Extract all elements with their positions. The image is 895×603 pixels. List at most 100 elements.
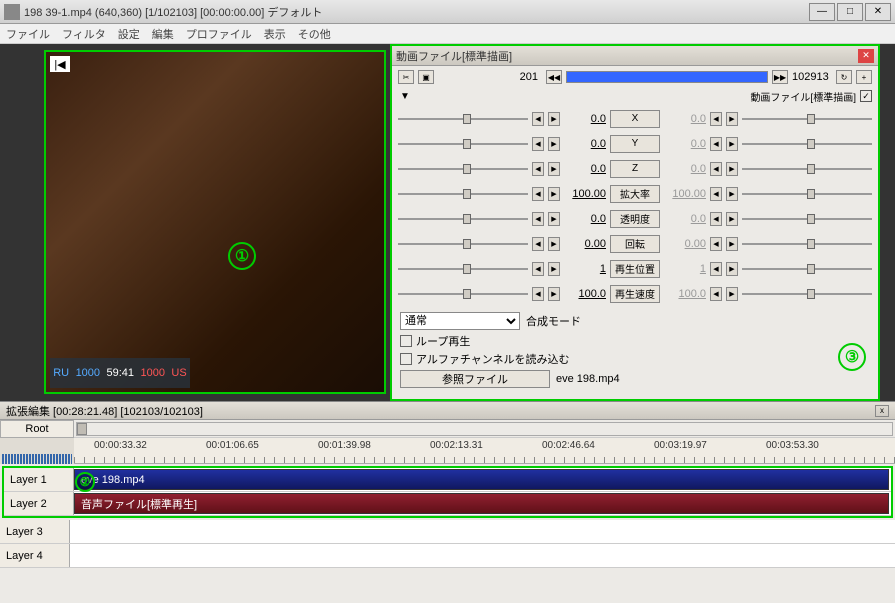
param-slider-right[interactable] (742, 262, 872, 276)
step-left-icon[interactable]: ◀ (710, 212, 722, 226)
maximize-button[interactable]: □ (837, 3, 863, 21)
timeline-clip[interactable]: 音声ファイル[標準再生] (74, 493, 889, 514)
step-right-icon[interactable]: ▶ (726, 112, 738, 126)
param-value-right[interactable]: 0.00 (664, 238, 706, 250)
param-slider-left[interactable] (398, 287, 528, 301)
panel-titlebar[interactable]: 動画ファイル[標準描画] ✕ (392, 46, 878, 66)
step-right-icon[interactable]: ▶ (726, 287, 738, 301)
layer-name[interactable]: Layer 3 (0, 520, 70, 543)
add-icon[interactable]: + (856, 70, 872, 84)
timeline-hscroll[interactable] (76, 422, 893, 436)
reference-file-button[interactable]: 参照ファイル (400, 370, 550, 388)
step-right-icon[interactable]: ▶ (548, 287, 560, 301)
step-right-icon[interactable]: ▶ (726, 212, 738, 226)
param-value-left[interactable]: 100.0 (564, 288, 606, 300)
layer-name[interactable]: Layer 1 (4, 468, 74, 491)
step-left-icon[interactable]: ◀ (532, 162, 544, 176)
blend-mode-select[interactable]: 通常 (400, 312, 520, 330)
timeline-close-button[interactable]: x (875, 405, 889, 417)
menu-other[interactable]: その他 (298, 26, 331, 42)
layer-track[interactable]: eve 198.mp4② (74, 468, 891, 491)
layer-track[interactable] (70, 544, 895, 567)
param-name-button[interactable]: 回転 (610, 235, 660, 253)
step-left-icon[interactable]: ◀ (710, 162, 722, 176)
step-right-icon[interactable]: ▶ (548, 162, 560, 176)
param-name-button[interactable]: 透明度 (610, 210, 660, 228)
param-value-left[interactable]: 0.0 (564, 138, 606, 150)
param-value-left[interactable]: 0.0 (564, 213, 606, 225)
param-name-button[interactable]: Z (610, 160, 660, 178)
menu-settings[interactable]: 設定 (118, 26, 140, 42)
step-left-icon[interactable]: ◀ (532, 137, 544, 151)
menu-view[interactable]: 表示 (264, 26, 286, 42)
preview-window[interactable]: |◀ ① RU 1000 59:41 1000 US (44, 50, 386, 394)
step-right-icon[interactable]: ▶ (548, 137, 560, 151)
step-right-icon[interactable]: ▶ (726, 187, 738, 201)
step-right-icon[interactable]: ▶ (548, 212, 560, 226)
param-slider-left[interactable] (398, 262, 528, 276)
timeline-ruler[interactable]: 00:00:33.3200:01:06.6500:01:39.9800:02:1… (0, 438, 895, 464)
param-slider-left[interactable] (398, 137, 528, 151)
param-slider-right[interactable] (742, 187, 872, 201)
param-value-left[interactable]: 1 (564, 263, 606, 275)
goto-start-button[interactable]: |◀ (50, 56, 70, 72)
param-name-button[interactable]: 再生位置 (610, 260, 660, 278)
seek-next-button[interactable]: ▶▶ (772, 70, 788, 84)
panel-enable-checkbox[interactable]: ✓ (860, 90, 872, 102)
menu-profile[interactable]: プロファイル (186, 26, 252, 42)
loop-icon[interactable]: ↻ (836, 70, 852, 84)
param-slider-right[interactable] (742, 137, 872, 151)
collapse-icon[interactable]: ▼ (400, 91, 410, 102)
step-left-icon[interactable]: ◀ (532, 237, 544, 251)
loop-playback-checkbox[interactable] (400, 335, 412, 347)
menu-filter[interactable]: フィルタ (62, 26, 106, 42)
layer-track[interactable] (70, 520, 895, 543)
step-left-icon[interactable]: ◀ (532, 187, 544, 201)
ruler-ticks[interactable]: 00:00:33.3200:01:06.6500:01:39.9800:02:1… (74, 438, 895, 463)
param-slider-left[interactable] (398, 112, 528, 126)
param-slider-left[interactable] (398, 187, 528, 201)
param-value-right[interactable]: 0.0 (664, 113, 706, 125)
param-value-right[interactable]: 1 (664, 263, 706, 275)
param-slider-right[interactable] (742, 162, 872, 176)
param-value-right[interactable]: 0.0 (664, 213, 706, 225)
param-name-button[interactable]: 再生速度 (610, 285, 660, 303)
param-value-right[interactable]: 0.0 (664, 138, 706, 150)
param-value-left[interactable]: 100.00 (564, 188, 606, 200)
step-right-icon[interactable]: ▶ (548, 237, 560, 251)
param-slider-left[interactable] (398, 237, 528, 251)
step-right-icon[interactable]: ▶ (726, 237, 738, 251)
step-left-icon[interactable]: ◀ (710, 112, 722, 126)
step-left-icon[interactable]: ◀ (710, 187, 722, 201)
param-slider-right[interactable] (742, 212, 872, 226)
alpha-checkbox[interactable] (400, 353, 412, 365)
menu-edit[interactable]: 編集 (152, 26, 174, 42)
seek-bar[interactable] (566, 71, 768, 83)
step-right-icon[interactable]: ▶ (726, 137, 738, 151)
param-slider-left[interactable] (398, 212, 528, 226)
root-button[interactable]: Root (0, 420, 74, 438)
layer-name[interactable]: Layer 2 (4, 492, 74, 515)
param-value-left[interactable]: 0.0 (564, 163, 606, 175)
seek-prev-button[interactable]: ◀◀ (546, 70, 562, 84)
snap-icon[interactable]: ▣ (418, 70, 434, 84)
layer-track[interactable]: 音声ファイル[標準再生] (74, 492, 891, 515)
timeline-clip[interactable]: eve 198.mp4② (74, 469, 889, 490)
panel-close-button[interactable]: ✕ (858, 49, 874, 63)
param-name-button[interactable]: Y (610, 135, 660, 153)
param-slider-right[interactable] (742, 112, 872, 126)
step-left-icon[interactable]: ◀ (532, 262, 544, 276)
param-name-button[interactable]: X (610, 110, 660, 128)
step-right-icon[interactable]: ▶ (548, 262, 560, 276)
step-right-icon[interactable]: ▶ (726, 262, 738, 276)
step-left-icon[interactable]: ◀ (710, 262, 722, 276)
param-value-right[interactable]: 100.00 (664, 188, 706, 200)
step-left-icon[interactable]: ◀ (532, 212, 544, 226)
step-left-icon[interactable]: ◀ (710, 137, 722, 151)
timeline-titlebar[interactable]: 拡張編集 [00:28:21.48] [102103/102103] x (0, 402, 895, 420)
param-slider-left[interactable] (398, 162, 528, 176)
step-left-icon[interactable]: ◀ (532, 112, 544, 126)
layer-name[interactable]: Layer 4 (0, 544, 70, 567)
param-value-left[interactable]: 0.00 (564, 238, 606, 250)
cut-icon[interactable]: ✂ (398, 70, 414, 84)
